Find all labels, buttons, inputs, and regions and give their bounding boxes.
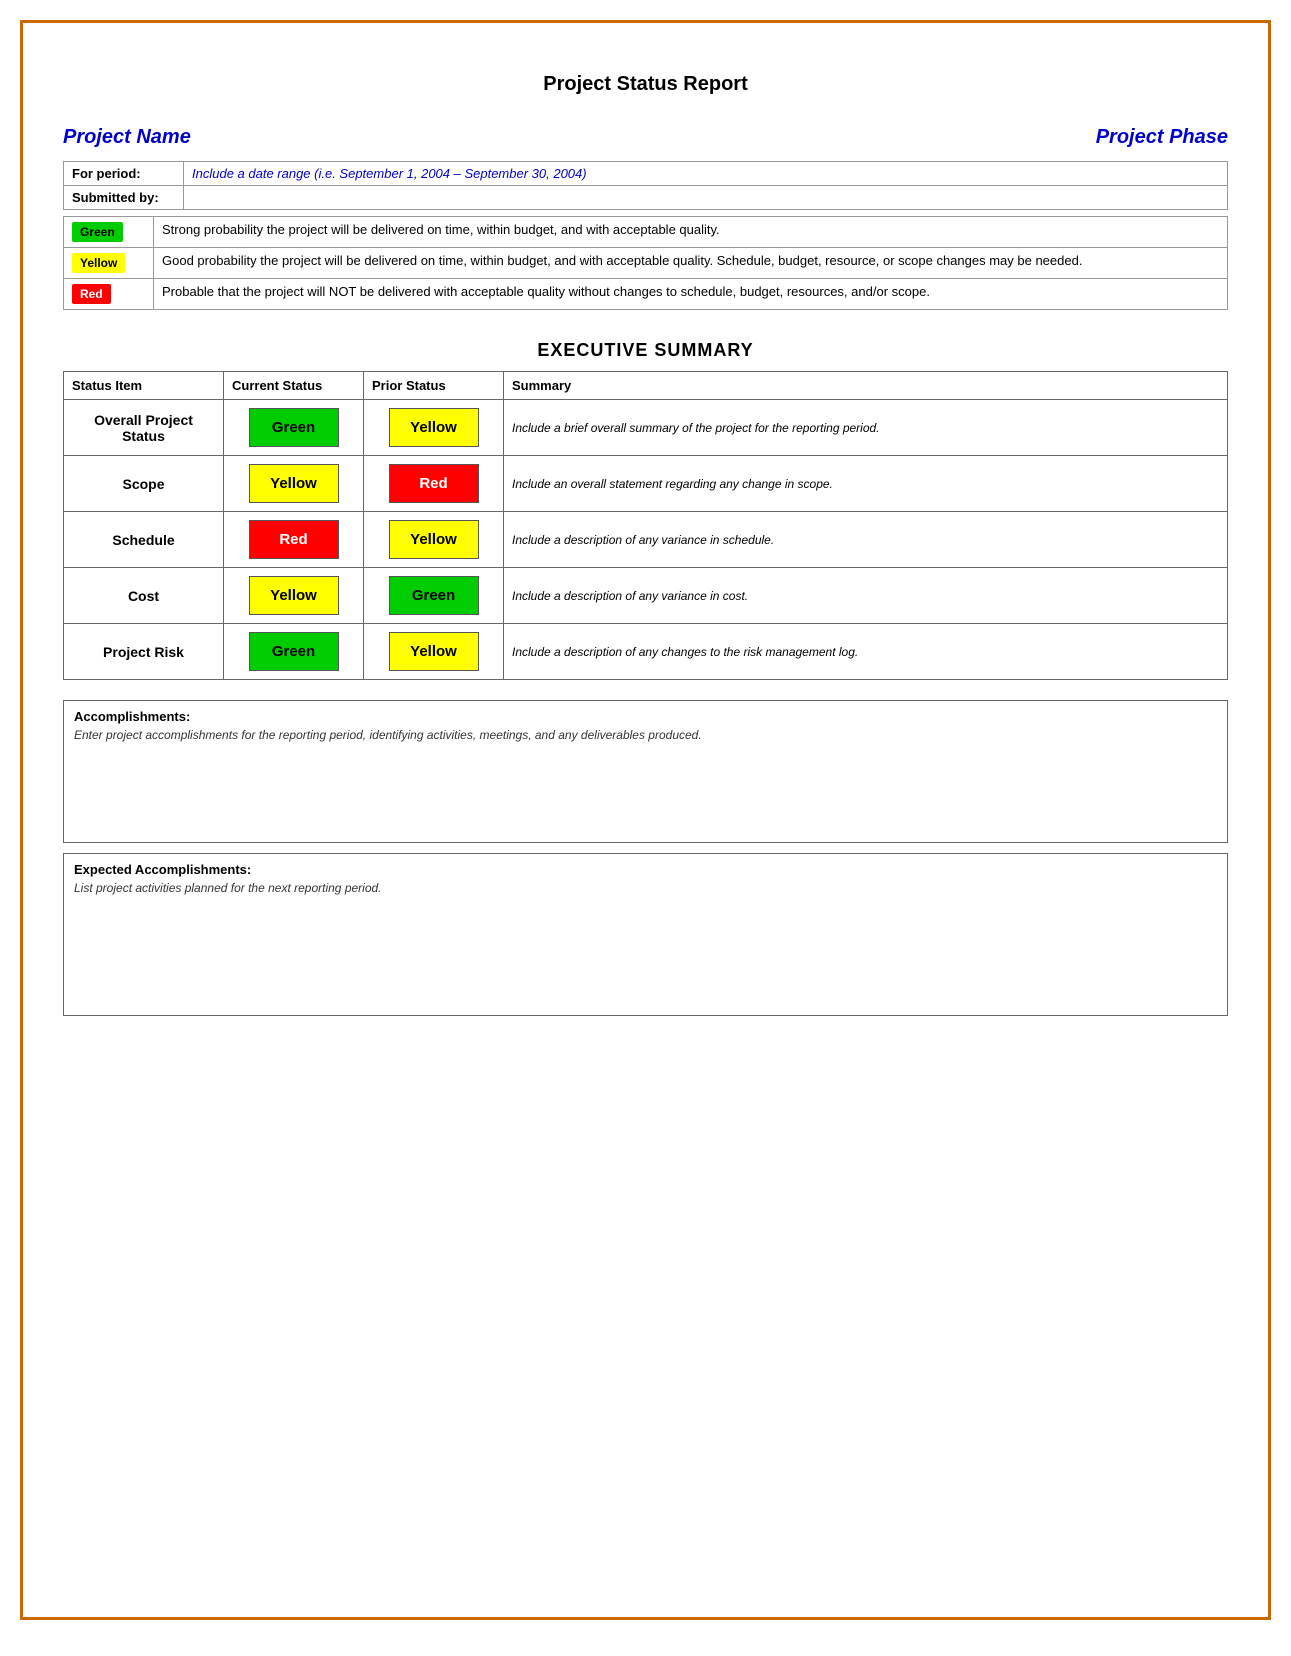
status-item-cell: Scope bbox=[64, 456, 224, 512]
submitted-value[interactable] bbox=[184, 186, 1228, 210]
expected-accomplishments-row: Expected Accomplishments: List project a… bbox=[64, 854, 1228, 1016]
exec-table: Status Item Current Status Prior Status … bbox=[63, 371, 1228, 680]
legend-green-badge-cell: Green bbox=[64, 217, 154, 248]
col-summary: Summary bbox=[504, 372, 1228, 400]
legend-green-desc: Strong probability the project will be d… bbox=[154, 217, 1228, 248]
current-status-badge: Yellow bbox=[249, 464, 339, 503]
prior-status-cell: Green bbox=[364, 568, 504, 624]
table-row: Scope Yellow Red Include an overall stateme… bbox=[64, 456, 1228, 512]
status-item-cell: Project Risk bbox=[64, 624, 224, 680]
legend-red-row: Red Probable that the project will NOT b… bbox=[64, 279, 1228, 310]
submitted-row: Submitted by: bbox=[64, 186, 1228, 210]
col-current-status: Current Status bbox=[224, 372, 364, 400]
table-row: Schedule Red Yellow Include a description o… bbox=[64, 512, 1228, 568]
exec-table-header: Status Item Current Status Prior Status … bbox=[64, 372, 1228, 400]
prior-status-badge: Red bbox=[389, 464, 479, 503]
green-badge: Green bbox=[72, 222, 123, 242]
legend-red-desc: Probable that the project will NOT be de… bbox=[154, 279, 1228, 310]
col-prior-status: Prior Status bbox=[364, 372, 504, 400]
col-status-item: Status Item bbox=[64, 372, 224, 400]
current-status-cell: Red bbox=[224, 512, 364, 568]
accomplishments-row: Accomplishments: Enter project accomplis… bbox=[64, 701, 1228, 843]
table-row: Cost Yellow Green Include a description of … bbox=[64, 568, 1228, 624]
expected-accomplishments-body[interactable]: List project activities planned for the … bbox=[74, 877, 1217, 937]
accomplishments-body[interactable]: Enter project accomplishments for the re… bbox=[74, 724, 1217, 784]
submitted-label: Submitted by: bbox=[64, 186, 184, 210]
expected-accomplishments-cell: Expected Accomplishments: List project a… bbox=[64, 854, 1228, 1016]
table-row: Project Risk Green Yellow Include a descrip… bbox=[64, 624, 1228, 680]
summary-cell[interactable]: Include a description of any changes to … bbox=[504, 624, 1228, 680]
status-item-cell: Overall ProjectStatus bbox=[64, 400, 224, 456]
legend-yellow-row: Yellow Good probability the project will… bbox=[64, 248, 1228, 279]
prior-status-cell: Yellow bbox=[364, 624, 504, 680]
prior-status-badge: Yellow bbox=[389, 632, 479, 671]
accomplishments-cell: Accomplishments: Enter project accomplis… bbox=[64, 701, 1228, 843]
outer-border: Project Status Report Project Name Proje… bbox=[20, 20, 1271, 1620]
status-item-cell: Cost bbox=[64, 568, 224, 624]
page-title: Project Status Report bbox=[63, 73, 1228, 96]
period-label: For period: bbox=[64, 162, 184, 186]
exec-summary-title: EXECUTIVE SUMMARY bbox=[63, 340, 1228, 361]
expected-accomplishments-table: Expected Accomplishments: List project a… bbox=[63, 853, 1228, 1016]
current-status-badge: Yellow bbox=[249, 576, 339, 615]
legend-yellow-desc: Good probability the project will be del… bbox=[154, 248, 1228, 279]
yellow-badge: Yellow bbox=[72, 253, 125, 273]
legend-red-badge-cell: Red bbox=[64, 279, 154, 310]
project-name: Project Name bbox=[63, 126, 191, 149]
project-phase: Project Phase bbox=[1096, 126, 1228, 149]
prior-status-cell: Yellow bbox=[364, 400, 504, 456]
summary-cell[interactable]: Include a brief overall summary of the p… bbox=[504, 400, 1228, 456]
prior-status-badge: Yellow bbox=[389, 520, 479, 559]
summary-cell[interactable]: Include a description of any variance in… bbox=[504, 512, 1228, 568]
current-status-cell: Yellow bbox=[224, 456, 364, 512]
project-header: Project Name Project Phase bbox=[63, 126, 1228, 149]
red-badge: Red bbox=[72, 284, 111, 304]
accomplishments-title: Accomplishments: bbox=[74, 709, 1217, 724]
period-row: For period: Include a date range (i.e. S… bbox=[64, 162, 1228, 186]
current-status-badge: Green bbox=[249, 632, 339, 671]
current-status-cell: Green bbox=[224, 400, 364, 456]
summary-cell[interactable]: Include an overall statement regarding a… bbox=[504, 456, 1228, 512]
accomplishments-table: Accomplishments: Enter project accomplis… bbox=[63, 700, 1228, 843]
info-table: For period: Include a date range (i.e. S… bbox=[63, 161, 1228, 210]
prior-status-cell: Yellow bbox=[364, 512, 504, 568]
current-status-badge: Red bbox=[249, 520, 339, 559]
prior-status-cell: Red bbox=[364, 456, 504, 512]
expected-accomplishments-title: Expected Accomplishments: bbox=[74, 862, 1217, 877]
status-item-cell: Schedule bbox=[64, 512, 224, 568]
current-status-cell: Green bbox=[224, 624, 364, 680]
prior-status-badge: Green bbox=[389, 576, 479, 615]
period-value[interactable]: Include a date range (i.e. September 1, … bbox=[184, 162, 1228, 186]
legend-yellow-badge-cell: Yellow bbox=[64, 248, 154, 279]
summary-cell[interactable]: Include a description of any variance in… bbox=[504, 568, 1228, 624]
current-status-badge: Green bbox=[249, 408, 339, 447]
current-status-cell: Yellow bbox=[224, 568, 364, 624]
legend-table: Green Strong probability the project wil… bbox=[63, 216, 1228, 310]
legend-green-row: Green Strong probability the project wil… bbox=[64, 217, 1228, 248]
prior-status-badge: Yellow bbox=[389, 408, 479, 447]
table-row: Overall ProjectStatus Green Yellow Include … bbox=[64, 400, 1228, 456]
